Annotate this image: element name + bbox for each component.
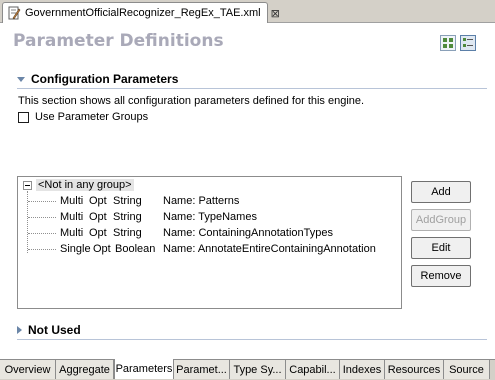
tab-capabilities[interactable]: Capabil...	[286, 360, 340, 379]
param-name: Name: ContainingAnnotationTypes	[163, 227, 333, 239]
use-parameter-groups-checkbox[interactable]	[18, 111, 29, 123]
editor-tab[interactable]: GovernmentOfficialRecognizer_RegEx_TAE.x…	[2, 2, 280, 23]
tree-root-label: <Not in any group>	[36, 179, 134, 191]
grid-layout-icon[interactable]	[440, 35, 456, 51]
tab-resources[interactable]: Resources	[385, 360, 444, 379]
section-divider	[17, 339, 487, 340]
tree-connector	[28, 200, 56, 202]
param-cardinality: Multi	[60, 195, 84, 207]
param-cardinality: Multi	[60, 211, 84, 223]
param-name: Name: TypeNames	[163, 211, 257, 223]
add-button[interactable]: Add	[411, 181, 471, 203]
param-name: Name: AnnotateEntireContainingAnnotation	[163, 243, 376, 255]
page-tab-bar: Overview Aggregate Parameters Paramet...…	[0, 359, 495, 380]
tab-overview[interactable]: Overview	[0, 360, 56, 379]
tab-type-system[interactable]: Type Sy...	[230, 360, 286, 379]
param-optional: Opt	[89, 211, 107, 223]
use-parameter-groups-row[interactable]: Use Parameter Groups	[18, 111, 148, 123]
tab-parameters[interactable]: Parameters	[114, 359, 174, 379]
tree-row[interactable]: Multi Opt String Name: Patterns	[28, 193, 239, 209]
param-type: Boolean	[115, 243, 156, 255]
page-title: Parameter Definitions	[13, 31, 224, 51]
tree-connector	[28, 232, 56, 234]
param-name: Name: Patterns	[163, 195, 240, 207]
param-optional: Opt	[93, 243, 111, 255]
param-cardinality: Single	[60, 243, 91, 255]
tree-connector	[28, 216, 56, 218]
use-parameter-groups-label: Use Parameter Groups	[35, 111, 149, 123]
close-icon[interactable]: ⊠	[271, 7, 280, 20]
header-toolbar	[440, 35, 476, 51]
tab-parameter-settings[interactable]: Paramet...	[174, 360, 230, 379]
tab-aggregate[interactable]: Aggregate	[56, 360, 114, 379]
config-section-header[interactable]: Configuration Parameters	[17, 72, 178, 86]
config-section-title: Configuration Parameters	[31, 72, 179, 86]
param-optional: Opt	[89, 195, 107, 207]
param-optional: Opt	[89, 227, 107, 239]
tree-row[interactable]: Multi Opt String Name: TypeNames	[28, 209, 257, 225]
collapse-icon[interactable]	[23, 180, 32, 190]
tree-row[interactable]: Multi Opt String Name: ContainingAnnotat…	[28, 225, 333, 241]
editor-tab-bar: GovernmentOfficialRecognizer_RegEx_TAE.x…	[0, 0, 495, 23]
xml-file-icon	[7, 6, 21, 20]
param-type: String	[113, 227, 142, 239]
expand-right-icon	[17, 326, 22, 334]
add-group-button[interactable]: AddGroup	[411, 209, 471, 231]
expand-down-icon	[17, 76, 25, 82]
section-divider	[17, 88, 487, 89]
tab-indexes[interactable]: Indexes	[340, 360, 385, 379]
param-type: String	[113, 211, 142, 223]
not-used-section-header[interactable]: Not Used	[17, 323, 81, 337]
tree-connector	[28, 248, 56, 250]
parameter-tree[interactable]: <Not in any group> Multi Opt String Name…	[17, 176, 402, 309]
remove-button[interactable]: Remove	[411, 265, 471, 287]
tree-row[interactable]: Single Opt Boolean Name: AnnotateEntireC…	[28, 241, 376, 257]
tab-source[interactable]: Source	[444, 360, 490, 379]
param-type: String	[113, 195, 142, 207]
config-section-description: This section shows all configuration par…	[18, 95, 365, 107]
tree-root-node[interactable]: <Not in any group>	[23, 179, 134, 191]
param-cardinality: Multi	[60, 227, 84, 239]
editor-tab-title: GovernmentOfficialRecognizer_RegEx_TAE.x…	[25, 7, 261, 19]
list-layout-icon[interactable]	[460, 35, 476, 51]
edit-button[interactable]: Edit	[411, 237, 471, 259]
not-used-section-title: Not Used	[28, 323, 81, 337]
